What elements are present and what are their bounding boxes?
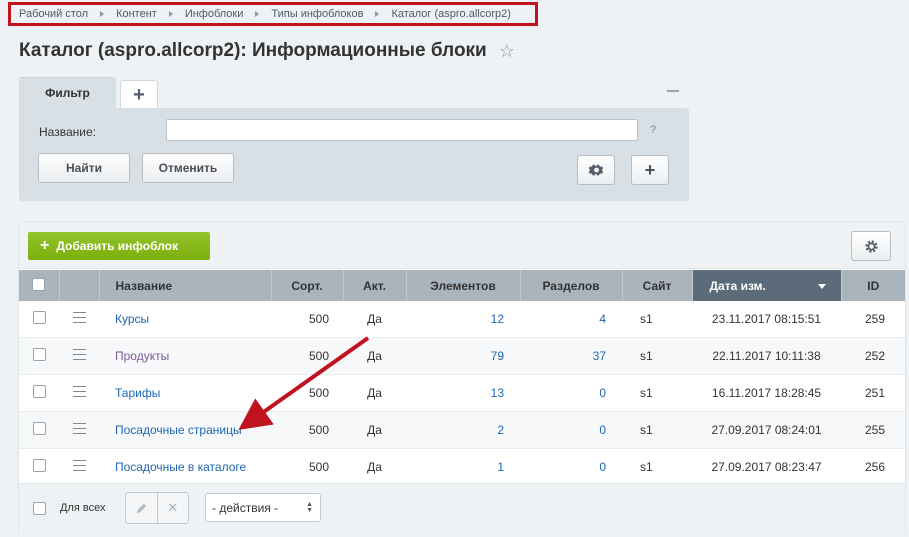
annotation-arrow — [238, 336, 370, 430]
annotation-arrow-line — [238, 336, 370, 430]
